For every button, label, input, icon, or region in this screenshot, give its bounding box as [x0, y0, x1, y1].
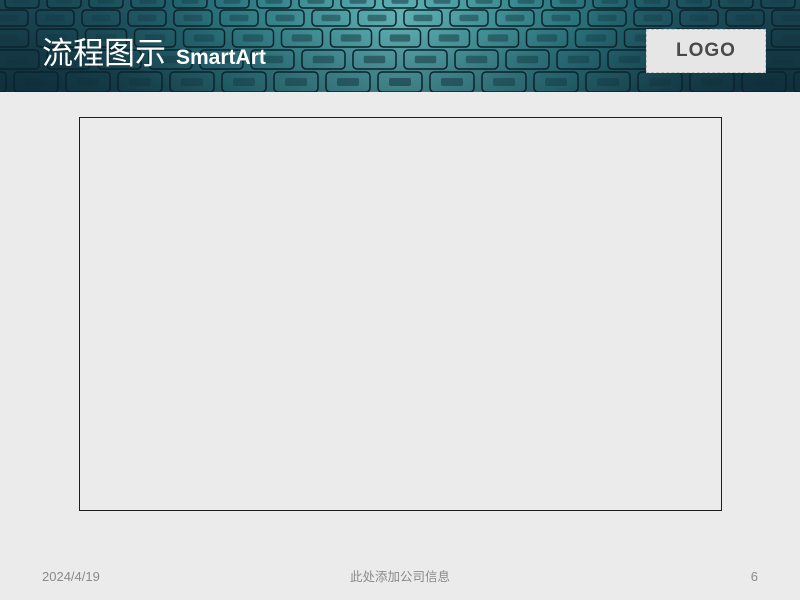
- footer-date: 2024/4/19: [42, 569, 100, 584]
- content-placeholder-frame[interactable]: [79, 117, 722, 511]
- page-title: 流程图示 SmartArt: [42, 34, 266, 74]
- title-chinese: 流程图示: [42, 36, 166, 72]
- footer-company-info: 此处添加公司信息: [349, 569, 450, 584]
- footer-page-number: 6: [750, 569, 758, 584]
- header-banner: 流程图示 SmartArt LOGO: [0, 0, 800, 92]
- logo-placeholder[interactable]: LOGO: [646, 29, 766, 73]
- title-english: SmartArt: [176, 46, 266, 69]
